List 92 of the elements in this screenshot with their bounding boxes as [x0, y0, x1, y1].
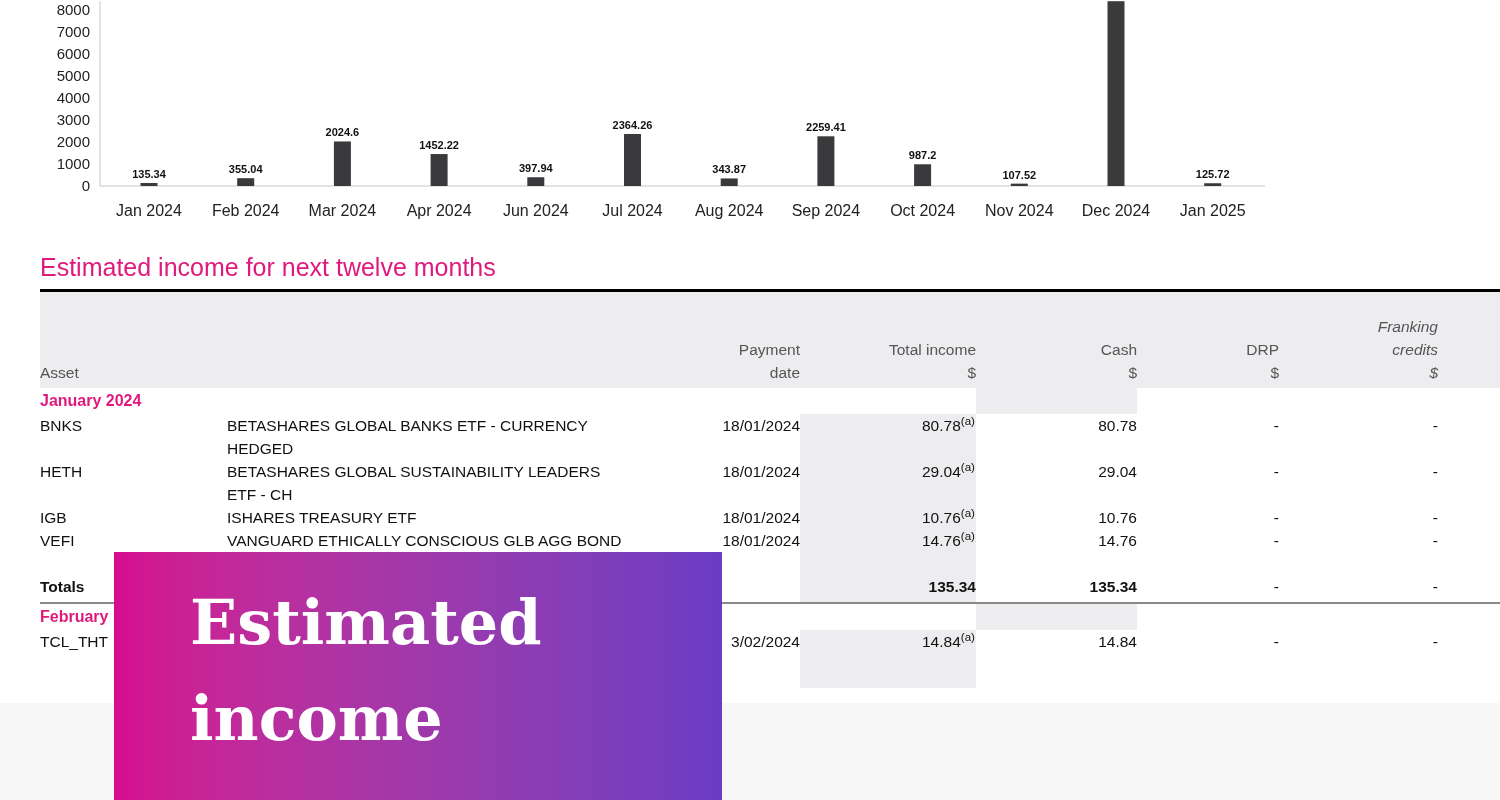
category-label: Aug 2024: [694, 202, 764, 219]
table-cell-text: 18/01/2024: [721, 531, 800, 551]
category-label: Jul 2024: [602, 202, 663, 219]
table-cell-text: 29.04: [1097, 462, 1137, 482]
table-cell-text: 10.76: [1097, 508, 1137, 528]
table-cell-text: 18/01/2024: [721, 508, 800, 528]
totals-label: Totals: [40, 578, 85, 595]
table-cell-text: -: [1431, 632, 1438, 652]
group-label: February: [40, 607, 109, 627]
column-header: Total income $: [889, 340, 976, 383]
value-label: 107.52: [1002, 168, 1037, 181]
axis-tick-label: 7000: [56, 23, 90, 40]
bar: [333, 141, 351, 186]
category-label: Jan 2024: [116, 202, 182, 219]
value-label: 125.72: [1195, 168, 1230, 181]
table-cell: 135.34: [1089, 578, 1137, 595]
table-cell: 14.76$^{(a)}$: [922, 532, 975, 549]
bar: [914, 164, 932, 186]
table-cell-text: 3/02/2024: [730, 632, 800, 652]
table-cell-text: 14.84: [1097, 632, 1137, 652]
value-label: 1452.22: [419, 139, 459, 152]
value-label: 135.34: [132, 168, 166, 180]
column-header: DRP $: [1246, 340, 1279, 383]
table-cell-text: 18/01/2024: [721, 416, 800, 436]
table-cell-text: IGB: [40, 508, 68, 528]
table-cell-text: 14.76: [1097, 531, 1137, 551]
bar: [1204, 183, 1222, 186]
table-cell: ISHARES TREASURY ETF: [227, 509, 417, 526]
bar: [817, 136, 835, 186]
table-cell: 14.84$^{(a)}$: [922, 633, 975, 650]
table-cell: 10.76$^{(a)}$: [922, 509, 975, 526]
table-cell-text: 18/01/2024: [721, 462, 800, 482]
table-cell-text: -: [1431, 462, 1438, 482]
table-cell-text: BNKS: [40, 416, 84, 436]
value-label: 987.2: [908, 149, 937, 162]
table-cell-text: HETH: [40, 462, 84, 482]
category-label: Feb 2024: [211, 202, 280, 219]
table-cell-text: -: [1431, 531, 1438, 551]
table-cell-text: -: [1272, 416, 1279, 436]
table-cell-text: -: [1272, 462, 1279, 482]
bar: [1010, 183, 1028, 186]
category-label: Dec 2024: [1081, 202, 1151, 219]
group-label: January 2024: [40, 391, 142, 411]
bar: [140, 183, 158, 186]
axis-tick-label: 5000: [56, 67, 90, 84]
table-cell-text: -: [1272, 508, 1279, 528]
bar: [624, 134, 641, 186]
category-label: Sep 2024: [791, 202, 861, 219]
category-label: Mar 2024: [308, 202, 377, 219]
table-cell: 135.34: [928, 578, 976, 595]
banner-title: Estimated income: [190, 585, 543, 757]
table-cell-text: -: [1431, 508, 1438, 528]
category-label: Apr 2024: [406, 202, 472, 219]
value-label: 2364.26: [612, 119, 653, 131]
value-label: 343.87: [712, 163, 747, 176]
category-label: Jun 2024: [502, 202, 569, 219]
axis-tick-label: 6000: [56, 45, 90, 62]
category-label: Jan 2025: [1179, 202, 1246, 219]
table-cell: -: [1273, 578, 1279, 595]
axis-tick-label: 2000: [56, 133, 90, 150]
column-header: Payment date: [737, 340, 800, 383]
axis-tick-label: 8000: [56, 1, 90, 18]
column-header: Cash $: [1100, 340, 1137, 383]
table-cell: VANGUARD ETHICALLY CONSCIOUS GLB AGG BOND: [227, 532, 622, 549]
value-label: 397.94: [518, 162, 553, 175]
table-cell-text: -: [1431, 416, 1438, 436]
column-header: Franking credits $: [1376, 317, 1438, 383]
table-cell: BETASHARES GLOBAL SUSTAINABILITY LEADERS ETF - CH: [227, 463, 601, 503]
bar: [527, 177, 545, 186]
section-title: Estimated income for next twelve months: [40, 252, 497, 283]
table-cell-text: TCL_THT: [40, 632, 110, 652]
table-cell: BETASHARES GLOBAL BANKS ETF - CURRENCY HEDGED: [227, 417, 588, 457]
value-label: 355.04: [228, 163, 263, 176]
category-label: Nov 2024: [985, 202, 1054, 219]
axis-tick-label: 4000: [56, 89, 90, 106]
table-cell-text: VEFI: [40, 531, 76, 551]
axis-tick-label: 1000: [56, 155, 90, 172]
bar: [237, 178, 255, 186]
table-cell: -: [1432, 578, 1438, 595]
value-label: 2259.41: [806, 121, 846, 134]
table-cell: 80.78$^{(a)}$: [922, 417, 975, 434]
bar: [430, 154, 448, 186]
table-cell-text: 80.78: [1097, 416, 1137, 436]
category-label: Oct 2024: [890, 202, 956, 219]
value-label: 2024.6: [325, 126, 360, 139]
table-cell-text: -: [1272, 632, 1279, 652]
table-cell: 29.04$^{(a)}$: [922, 463, 975, 480]
axis-tick-label: 3000: [56, 111, 90, 128]
axis-tick-label: 0: [81, 177, 90, 194]
table-cell-text: -: [1272, 531, 1279, 551]
bar: [720, 178, 738, 186]
column-header: Asset: [40, 363, 79, 383]
